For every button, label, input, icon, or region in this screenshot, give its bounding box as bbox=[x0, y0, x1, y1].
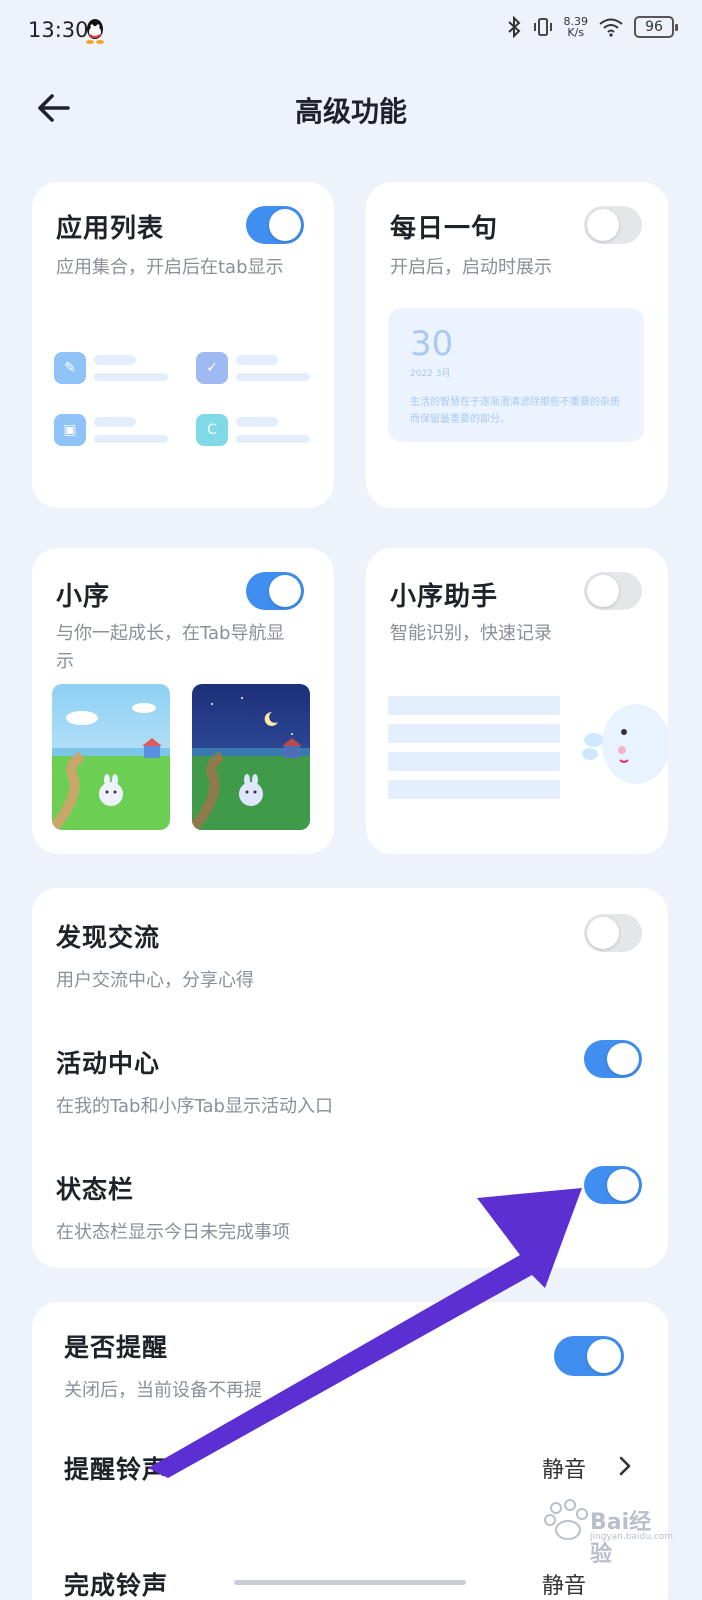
baidu-watermark: Bai经验 jingyan.baidu.com bbox=[542, 1494, 674, 1567]
app-list-preview-item: C bbox=[196, 414, 310, 446]
day-scene-image bbox=[52, 684, 170, 830]
xiaoxu-toggle[interactable] bbox=[246, 572, 304, 610]
qq-icon bbox=[86, 19, 104, 44]
network-speed: 8.39 K/s bbox=[563, 15, 589, 39]
xiaoxu-title: 小序 bbox=[56, 582, 111, 612]
xiaoxu-subtitle: 与你一起成长，在Tab导航显示 bbox=[56, 623, 285, 672]
daily-quote-title: 每日一句 bbox=[390, 214, 499, 244]
quote-day: 30 bbox=[410, 324, 454, 364]
statusbar-subtitle: 在状态栏显示今日未完成事项 bbox=[56, 1222, 290, 1243]
xiaoxu-assistant-subtitle: 智能识别，快速记录 bbox=[390, 623, 552, 644]
remind-toggle[interactable] bbox=[554, 1336, 624, 1376]
app-list-subtitle: 应用集合，开启后在tab显示 bbox=[56, 257, 284, 278]
xiaoxu-card: 小序 与你一起成长，在Tab导航显示 bbox=[32, 548, 334, 854]
page-header: 高级功能 bbox=[0, 72, 702, 142]
daily-quote-preview: 30 2022 3月 生活的智慧在于逐渐澄清滤除那些不重要的杂质而保留最重要的部… bbox=[388, 308, 644, 442]
xiaoxu-assistant-toggle[interactable] bbox=[584, 572, 642, 610]
mascot-icon bbox=[582, 704, 668, 784]
badge-check-icon: ✓ bbox=[196, 352, 228, 384]
page-title: 高级功能 bbox=[294, 95, 407, 128]
bluetooth-icon bbox=[507, 16, 520, 38]
app-list-preview-item: ✓ bbox=[196, 352, 310, 384]
daily-quote-card: 每日一句 开启后，启动时展示 30 2022 3月 生活的智慧在于逐渐澄清滤除那… bbox=[366, 182, 668, 508]
finish-ringtone-label: 完成铃声 bbox=[64, 1571, 169, 1600]
xiaoxu-assistant-card: 小序助手 智能识别，快速记录 bbox=[366, 548, 668, 854]
reminder-card: 是否提醒 关闭后，当前设备不再提 提醒铃声 静音 完成铃声 静音 bbox=[32, 1302, 668, 1600]
finish-ringtone-value: 静音 bbox=[542, 1574, 587, 1599]
feature-list-card: 发现交流 用户交流中心，分享心得 活动中心 在我的Tab和小序Tab显示活动入口… bbox=[32, 888, 668, 1268]
assistant-preview-line bbox=[388, 780, 560, 799]
discover-subtitle: 用户交流中心，分享心得 bbox=[56, 970, 254, 991]
chevron-right-icon bbox=[619, 1456, 631, 1476]
app-list-title: 应用列表 bbox=[56, 214, 165, 244]
app-list-card: 应用列表 应用集合，开启后在tab显示 ✎ ✓ ▣ C bbox=[32, 182, 334, 508]
app-list-toggle[interactable] bbox=[246, 206, 304, 244]
status-bar: 13:30 8.39 K/s 96 bbox=[0, 0, 702, 64]
statusbar-toggle[interactable] bbox=[584, 1166, 642, 1204]
ringtone-label: 提醒铃声 bbox=[64, 1455, 169, 1484]
home-indicator[interactable] bbox=[234, 1580, 466, 1585]
battery-indicator: 96 bbox=[634, 16, 678, 38]
calendar-icon: ▣ bbox=[54, 414, 86, 446]
daily-quote-subtitle: 开启后，启动时展示 bbox=[390, 257, 552, 278]
app-list-preview-item: ✎ bbox=[54, 352, 168, 384]
baidu-paw-icon bbox=[544, 1499, 588, 1540]
watermark-url: jingyan.baidu.com bbox=[590, 1532, 674, 1542]
quote-date: 2022 3月 bbox=[410, 369, 451, 379]
activity-title: 活动中心 bbox=[56, 1049, 161, 1078]
quote-text: 生活的智慧在于逐渐澄清滤除那些不重要的杂质而保留最重要的部分。 bbox=[410, 397, 620, 425]
remind-title: 是否提醒 bbox=[64, 1333, 169, 1362]
night-scene-image bbox=[192, 684, 310, 830]
discover-toggle[interactable] bbox=[584, 914, 642, 952]
assistant-preview-line bbox=[388, 724, 560, 743]
assistant-preview-line bbox=[388, 696, 560, 715]
activity-subtitle: 在我的Tab和小序Tab显示活动入口 bbox=[56, 1096, 333, 1117]
note-icon: ✎ bbox=[54, 352, 86, 384]
daily-quote-toggle[interactable] bbox=[584, 206, 642, 244]
assistant-preview-line bbox=[388, 752, 560, 771]
activity-toggle[interactable] bbox=[584, 1040, 642, 1078]
wallet-icon: C bbox=[196, 414, 228, 446]
xiaoxu-assistant-title: 小序助手 bbox=[390, 582, 499, 612]
app-list-preview-item: ▣ bbox=[54, 414, 168, 446]
ringtone-value: 静音 bbox=[542, 1458, 587, 1483]
wifi-icon bbox=[599, 18, 623, 37]
remind-subtitle: 关闭后，当前设备不再提 bbox=[64, 1380, 262, 1401]
vibrate-icon bbox=[533, 18, 552, 36]
statusbar-title: 状态栏 bbox=[56, 1175, 135, 1204]
discover-title: 发现交流 bbox=[56, 923, 161, 952]
status-time: 13:30 bbox=[28, 18, 89, 42]
